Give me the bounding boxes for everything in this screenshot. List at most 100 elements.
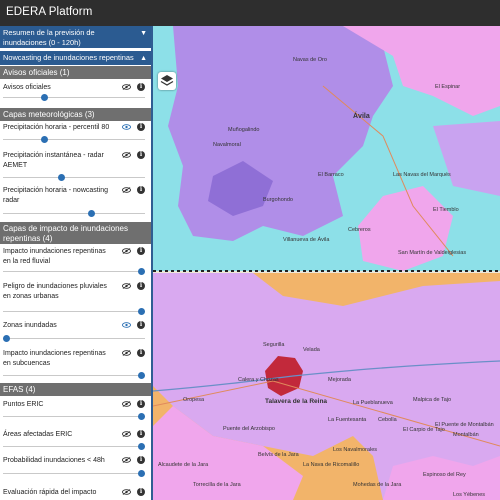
section-nowcasting[interactable]: Nowcasting de inundaciones repentinas ▲ [0, 51, 151, 65]
slider-handle[interactable] [58, 174, 65, 181]
info-icon[interactable]: i [137, 83, 145, 91]
place-label: Muñogalindo [228, 127, 260, 133]
place-label: Cebreros [348, 227, 371, 233]
info-icon[interactable]: i [137, 321, 145, 329]
eye-icon[interactable] [122, 322, 131, 328]
layer-item[interactable]: Impacto inundaciones repentinas en la re… [0, 247, 151, 281]
layer-item[interactable]: Evaluación rápida del impacto i [0, 488, 151, 500]
place-label: El Barraco [318, 172, 344, 178]
eye-off-icon[interactable] [122, 457, 131, 463]
place-label: Montalbán [453, 432, 479, 438]
slider-handle[interactable] [3, 335, 10, 342]
place-label: Cebolla [378, 417, 398, 423]
eye-icon[interactable] [122, 124, 131, 130]
opacity-slider[interactable] [3, 446, 145, 447]
opacity-slider[interactable] [3, 311, 145, 312]
opacity-slider[interactable] [3, 271, 145, 272]
layer-label: Puntos ERIC [3, 401, 44, 408]
eye-off-icon[interactable] [122, 350, 131, 356]
group-header-impacto: Capas de impacto de inundaciones repenti… [0, 222, 151, 244]
eye-off-icon[interactable] [122, 489, 131, 495]
layer-label: Precipitación instantánea - radar AEMET [3, 152, 104, 169]
info-icon[interactable]: i [137, 186, 145, 194]
layer-item[interactable]: Áreas afectadas ERIC i [0, 430, 151, 454]
place-label: Talavera de la Reina [265, 398, 327, 405]
eye-off-icon[interactable] [122, 401, 131, 407]
slider-handle[interactable] [41, 136, 48, 143]
opacity-slider[interactable] [3, 375, 145, 376]
eye-off-icon[interactable] [122, 283, 131, 289]
info-icon[interactable]: i [137, 151, 145, 159]
map-view[interactable]: El Espinar Navas de Oro Ávila El Barraco… [153, 26, 500, 500]
place-label: El Puente de Montalbán [435, 422, 494, 428]
info-icon[interactable]: i [137, 123, 145, 131]
info-icon[interactable]: i [137, 400, 145, 408]
layer-item[interactable]: Probabilidad inundaciones < 48h i [0, 456, 151, 483]
eye-off-icon[interactable] [122, 152, 131, 158]
place-label: Navalmoral [213, 142, 241, 148]
map-canvas[interactable]: El Espinar Navas de Oro Ávila El Barraco… [153, 26, 500, 500]
slider-handle[interactable] [138, 308, 145, 315]
section-forecast-summary[interactable]: Resumen de la previsión de inundaciones … [0, 26, 151, 48]
chevron-down-icon: ▼ [140, 30, 147, 37]
eye-off-icon[interactable] [122, 187, 131, 193]
opacity-slider[interactable] [3, 473, 145, 474]
slider-handle[interactable] [41, 94, 48, 101]
layer-item[interactable]: Precipitación instantánea - radar AEMET … [0, 151, 151, 183]
opacity-slider[interactable] [3, 139, 145, 140]
place-label: Los Yébenes [453, 492, 485, 498]
layer-label: Precipitación horaria - percentil 80 [3, 124, 110, 131]
place-label: La Fuentesanta [328, 417, 367, 423]
place-label: La Nava de Ricomalillo [303, 462, 359, 468]
layer-item[interactable]: Peligro de inundaciones pluviales en zon… [0, 282, 151, 320]
eye-off-icon[interactable] [122, 84, 131, 90]
layer-item[interactable]: Impacto inundaciones repentinas en subcu… [0, 349, 151, 385]
slider-handle[interactable] [138, 443, 145, 450]
layer-item[interactable]: Zonas inundadas i [0, 321, 151, 347]
place-label: Villanueva de Ávila [283, 236, 330, 243]
layers-icon [160, 75, 174, 86]
place-label: Malpica de Tajo [413, 397, 451, 403]
slider-handle[interactable] [138, 268, 145, 275]
layer-item[interactable]: Precipitación horaria - percentil 80 i [0, 123, 151, 153]
info-icon[interactable]: i [137, 488, 145, 496]
slider-handle[interactable] [138, 372, 145, 379]
layer-label: Peligro de inundaciones pluviales en zon… [3, 283, 107, 300]
group-header-avisos: Avisos oficiales (1) [0, 66, 151, 79]
info-icon[interactable]: i [137, 247, 145, 255]
opacity-slider[interactable] [3, 97, 145, 98]
opacity-slider[interactable] [3, 416, 145, 417]
app-title: EDERA Platform [6, 6, 93, 18]
layer-item[interactable]: Puntos ERIC i [0, 400, 151, 427]
opacity-slider[interactable] [3, 213, 145, 214]
place-label: Oropesa [183, 397, 205, 403]
place-label: Belvís de la Jara [258, 452, 300, 458]
info-icon[interactable]: i [137, 430, 145, 438]
info-icon[interactable]: i [137, 282, 145, 290]
place-label: Ávila [353, 111, 370, 120]
place-label: Espinoso del Rey [423, 472, 466, 478]
place-label: Puente del Arzobispo [223, 426, 275, 432]
info-icon[interactable]: i [137, 349, 145, 357]
chevron-up-icon: ▲ [140, 55, 147, 62]
eye-off-icon[interactable] [122, 248, 131, 254]
opacity-slider[interactable] [3, 177, 145, 178]
info-icon[interactable]: i [137, 456, 145, 464]
top-bar: EDERA Platform [0, 0, 500, 26]
place-label: Navas de Oro [293, 57, 327, 63]
layers-button[interactable] [158, 72, 176, 90]
eye-off-icon[interactable] [122, 431, 131, 437]
place-label: San Martín de Valdeiglesias [398, 250, 466, 256]
layer-item[interactable]: Avisos oficiales i [0, 83, 151, 107]
slider-handle[interactable] [88, 210, 95, 217]
place-label: Torrecilla de la Jara [193, 482, 242, 488]
opacity-slider[interactable] [3, 338, 145, 339]
layer-item[interactable]: Precipitación horaria - nowcasting radar… [0, 186, 151, 218]
group-title: EFAS (4) [3, 385, 36, 394]
place-label: El Espinar [435, 84, 460, 90]
group-title: Capas de impacto de inundaciones repenti… [3, 224, 128, 243]
slider-handle[interactable] [138, 413, 145, 420]
slider-handle[interactable] [138, 470, 145, 477]
place-label: Velada [303, 347, 321, 353]
place-label: Alcaudete de la Jara [158, 462, 209, 468]
